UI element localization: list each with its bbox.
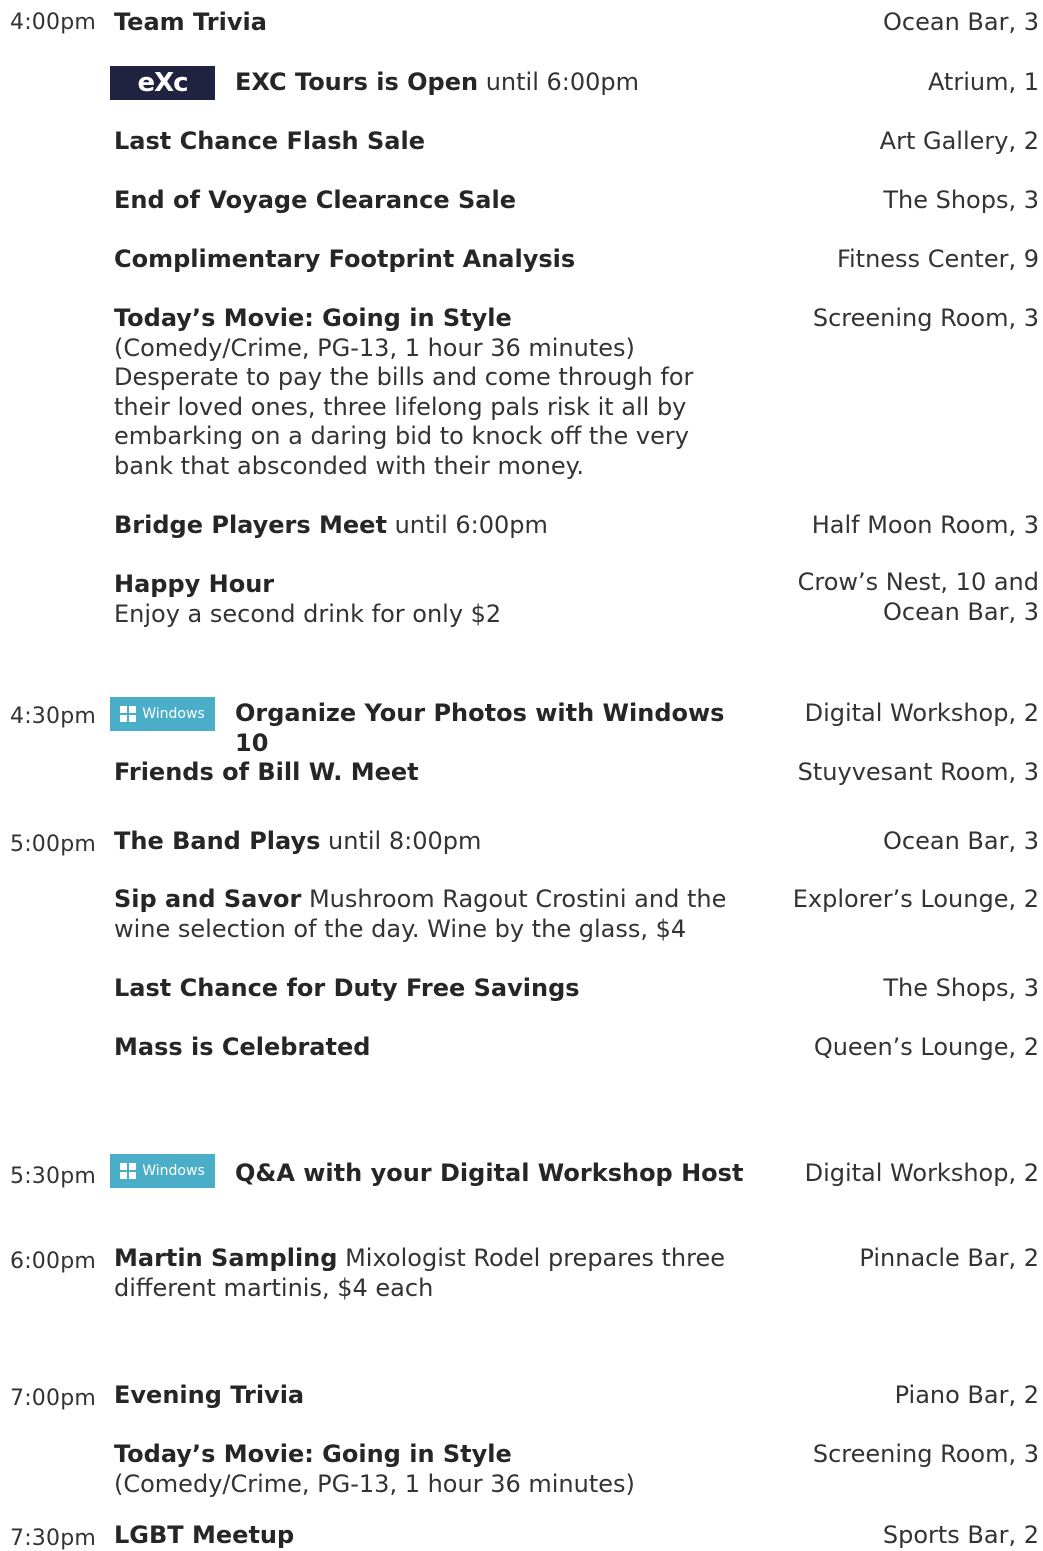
event-title: LGBT Meetup: [114, 1521, 295, 1549]
event-detail-line: wine selection of the day. Wine by the g…: [114, 914, 687, 943]
event-location: Digital Workshop, 2: [804, 1159, 1039, 1187]
time-label: 4:00pm: [10, 10, 96, 35]
event-clearance-sale: End of Voyage Clearance Sale: [114, 186, 734, 216]
location-line: Ocean Bar, 3: [883, 597, 1039, 626]
event-team-trivia: Team Trivia: [114, 8, 734, 38]
event-location: Pinnacle Bar, 2: [859, 1244, 1039, 1272]
event-location: Screening Room, 3: [812, 1440, 1039, 1468]
event-title: Sip and Savor: [114, 885, 302, 913]
event-location: Crow’s Nest, 10 and Ocean Bar, 3: [739, 568, 1039, 627]
time-label: 7:30pm: [10, 1526, 96, 1551]
event-title: The Band Plays: [114, 827, 321, 855]
event-location: Queen’s Lounge, 2: [813, 1033, 1039, 1061]
location-line: Crow’s Nest, 10 and: [797, 568, 1039, 596]
movie-info: (Comedy/Crime, PG-13, 1 hour 36 minutes): [114, 333, 635, 362]
event-title: Last Chance for Duty Free Savings: [114, 974, 580, 1002]
event-title: Today’s Movie: Going in Style: [114, 1440, 512, 1468]
event-location: The Shops, 3: [883, 974, 1039, 1002]
event-detail: until 8:00pm: [320, 827, 482, 855]
event-location: Digital Workshop, 2: [804, 699, 1039, 727]
event-evening-trivia: Evening Trivia: [114, 1381, 734, 1411]
event-title: Happy Hour: [114, 570, 275, 598]
windows-flag-icon: [120, 1163, 137, 1179]
event-title: Evening Trivia: [114, 1381, 305, 1409]
windows-logo-text: Windows: [142, 1163, 205, 1179]
time-label: 6:00pm: [10, 1249, 96, 1274]
event-title: Last Chance Flash Sale: [114, 127, 425, 155]
event-title: Mass is Celebrated: [114, 1033, 371, 1061]
daily-schedule-page: 4:00pm Team Trivia Ocean Bar, 3 eXc EXC …: [0, 0, 1043, 1551]
event-footprint-analysis: Complimentary Footprint Analysis: [114, 245, 734, 275]
event-movie: Today’s Movie: Going in Style (Comedy/Cr…: [114, 304, 734, 481]
movie-info: (Comedy/Crime, PG-13, 1 hour 36 minutes): [114, 1469, 635, 1498]
event-exc-tours: EXC Tours is Open until 6:00pm: [235, 68, 765, 98]
event-flash-sale: Last Chance Flash Sale: [114, 127, 734, 157]
event-title: EXC Tours is Open: [235, 68, 479, 96]
event-title: Today’s Movie: Going in Style: [114, 304, 512, 332]
event-location: Fitness Center, 9: [836, 245, 1039, 273]
event-sip-and-savor: Sip and Savor Mushroom Ragout Crostini a…: [114, 885, 734, 944]
event-qa-digital-workshop: Q&A with your Digital Workshop Host: [235, 1159, 765, 1189]
event-description: Enjoy a second drink for only $2: [114, 599, 502, 628]
event-title: Q&A with your Digital Workshop Host: [235, 1159, 744, 1187]
time-label: 5:00pm: [10, 832, 96, 857]
event-location: Ocean Bar, 3: [883, 8, 1039, 36]
event-location: Sports Bar, 2: [882, 1521, 1039, 1549]
time-label: 4:30pm: [10, 704, 96, 729]
event-title: Friends of Bill W. Meet: [114, 758, 419, 786]
event-title: Martin Sampling: [114, 1244, 338, 1272]
event-detail: Mushroom Ragout Crostini and the: [301, 885, 727, 913]
event-location: Stuyvesant Room, 3: [797, 758, 1039, 786]
windows-logo-text: Windows: [142, 706, 205, 722]
event-happy-hour: Happy Hour Enjoy a second drink for only…: [114, 570, 734, 629]
event-title: Organize Your Photos with Windows 10: [235, 699, 725, 757]
event-location: Half Moon Room, 3: [811, 511, 1039, 539]
event-detail-line: different martinis, $4 each: [114, 1273, 434, 1302]
event-organize-photos: Organize Your Photos with Windows 10: [235, 699, 765, 758]
event-location: Art Gallery, 2: [879, 127, 1039, 155]
event-detail: until 6:00pm: [478, 68, 639, 96]
windows-flag-icon: [120, 706, 137, 722]
event-title: End of Voyage Clearance Sale: [114, 186, 516, 214]
event-detail: Mixologist Rodel prepares three: [337, 1244, 725, 1272]
event-lgbt-meetup: LGBT Meetup: [114, 1521, 734, 1551]
event-location: Explorer’s Lounge, 2: [792, 885, 1039, 913]
event-location: The Shops, 3: [883, 186, 1039, 214]
event-friends-bill-w: Friends of Bill W. Meet: [114, 758, 734, 788]
event-martini-sampling: Martin Sampling Mixologist Rodel prepare…: [114, 1244, 734, 1303]
event-location: Atrium, 1: [927, 68, 1039, 96]
movie-synopsis-line: embarking on a daring bid to knock off t…: [114, 422, 689, 450]
movie-synopsis-line: Desperate to pay the bills and come thro…: [114, 363, 694, 391]
event-duty-free: Last Chance for Duty Free Savings: [114, 974, 734, 1004]
windows-logo: Windows: [110, 1154, 215, 1188]
time-label: 7:00pm: [10, 1386, 96, 1411]
movie-synopsis-line: their loved ones, three lifelong pals ri…: [114, 392, 687, 421]
event-bridge-players: Bridge Players Meet until 6:00pm: [114, 511, 734, 541]
event-detail: until 6:00pm: [386, 511, 548, 539]
exc-logo: eXc: [110, 66, 215, 100]
event-title: Bridge Players Meet: [114, 511, 387, 539]
event-title: Complimentary Footprint Analysis: [114, 245, 576, 273]
windows-logo: Windows: [110, 697, 215, 731]
event-location: Piano Bar, 2: [894, 1381, 1039, 1409]
event-location: Ocean Bar, 3: [883, 827, 1039, 855]
time-label: 5:30pm: [10, 1164, 96, 1189]
event-mass: Mass is Celebrated: [114, 1033, 734, 1063]
event-band-plays: The Band Plays until 8:00pm: [114, 827, 734, 857]
event-location: Screening Room, 3: [812, 304, 1039, 332]
event-title: Team Trivia: [114, 8, 267, 36]
event-movie-evening: Today’s Movie: Going in Style (Comedy/Cr…: [114, 1440, 734, 1499]
movie-synopsis-line: bank that absconded with their money.: [114, 451, 584, 480]
